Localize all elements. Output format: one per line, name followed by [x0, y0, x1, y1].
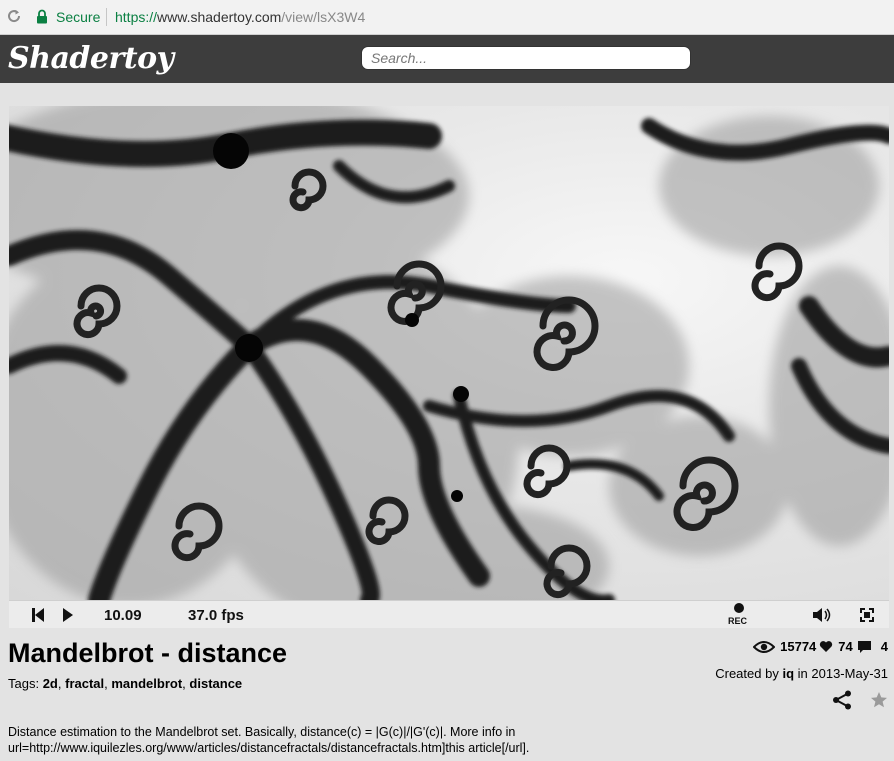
heart-icon[interactable]	[819, 640, 833, 653]
reload-icon[interactable]	[6, 8, 22, 24]
player-controls: 10.09 37.0 fps REC	[9, 600, 889, 628]
author-link[interactable]: iq	[782, 666, 794, 681]
rewind-icon[interactable]	[31, 606, 45, 624]
browser-address-bar: Secure https://www.shadertoy.com/view/ls…	[0, 0, 894, 35]
tag-link[interactable]: distance	[189, 676, 242, 691]
share-icon[interactable]	[832, 690, 852, 710]
url-host: www.shadertoy.com	[157, 9, 282, 25]
rec-icon[interactable]	[733, 602, 745, 614]
likes-count: 74	[838, 639, 853, 654]
shader-description: Distance estimation to the Mandelbrot se…	[8, 725, 530, 755]
comment-icon	[857, 640, 871, 653]
eye-icon	[753, 640, 776, 653]
url-protocol: https://	[115, 9, 158, 25]
created-line: Created by iq in 2013-May-31	[715, 666, 888, 681]
tag-link[interactable]: mandelbrot	[111, 676, 182, 691]
fps-counter: 37.0 fps	[188, 607, 244, 624]
fullscreen-icon[interactable]	[859, 606, 875, 624]
url-text[interactable]: https://www.shadertoy.com/view/lsX3W4	[115, 9, 365, 25]
fractal-image	[9, 106, 889, 600]
site-header: Shadertoy	[0, 35, 894, 83]
tags-label: Tags:	[8, 676, 40, 691]
play-icon[interactable]	[62, 606, 74, 624]
search-input[interactable]	[361, 46, 691, 70]
address-divider	[106, 8, 107, 26]
tag-link[interactable]: 2d	[43, 676, 58, 691]
shader-stats: 15774 74 4	[753, 639, 888, 654]
shader-title: Mandelbrot - distance	[8, 638, 288, 668]
playback-time: 10.09	[104, 607, 142, 624]
url-path: /view/lsX3W4	[281, 9, 366, 25]
rec-label[interactable]: REC	[728, 616, 747, 626]
created-date: 2013-May-31	[811, 666, 888, 681]
views-count: 15774	[780, 639, 817, 654]
secure-label: Secure	[56, 9, 101, 25]
site-logo[interactable]: Shadertoy	[8, 41, 174, 76]
created-prefix: Created by	[715, 666, 779, 681]
volume-icon[interactable]	[812, 606, 834, 624]
shader-tags: Tags: 2d, fractal, mandelbrot, distance	[8, 676, 243, 691]
lock-icon	[37, 9, 47, 24]
comments-count: 4	[880, 639, 888, 654]
star-icon[interactable]	[870, 691, 888, 709]
shader-canvas[interactable]	[9, 106, 889, 600]
tag-link[interactable]: fractal	[65, 676, 104, 691]
created-in: in	[797, 666, 808, 681]
